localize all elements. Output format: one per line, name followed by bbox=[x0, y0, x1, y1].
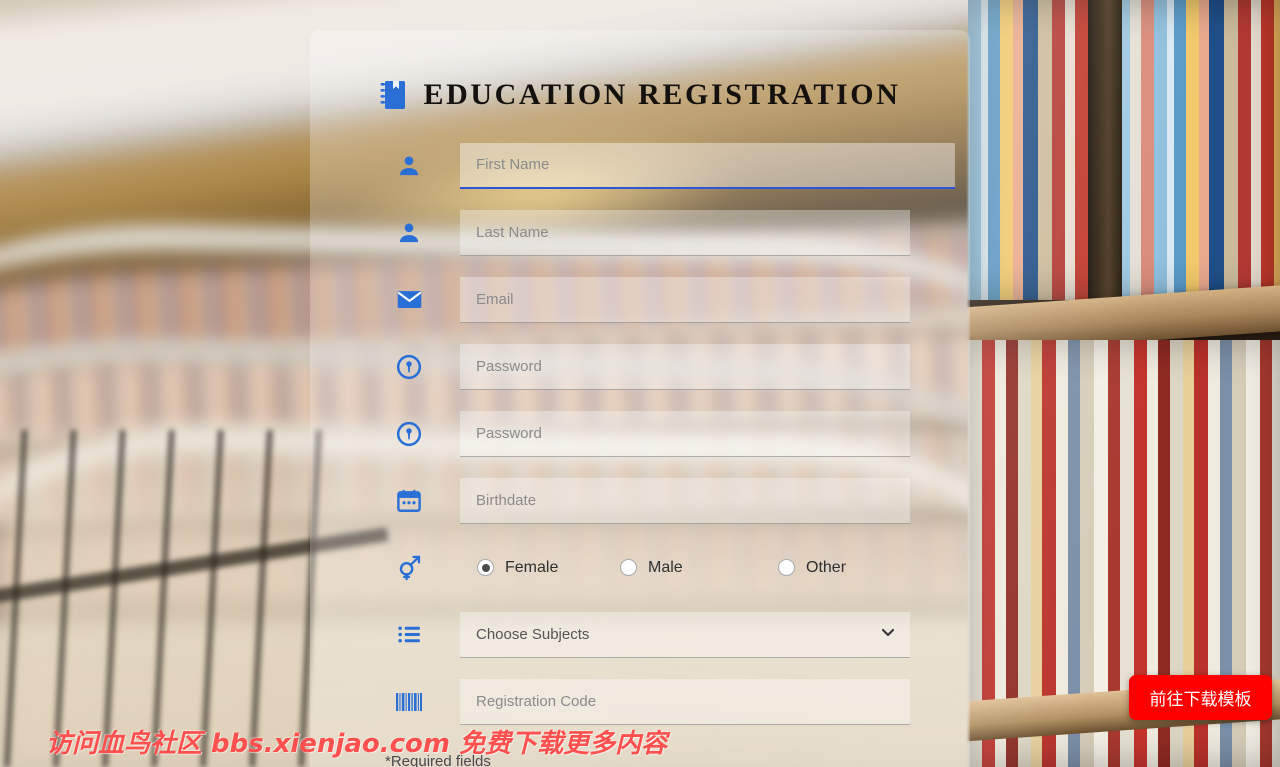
required-fields-note: *Required fields bbox=[385, 753, 491, 767]
barcode-icon bbox=[385, 690, 433, 714]
book-spines-upper bbox=[968, 0, 1280, 300]
gender-option-female[interactable]: Female bbox=[460, 559, 620, 577]
railing-bars bbox=[0, 430, 330, 767]
radio-male[interactable] bbox=[620, 559, 637, 576]
gender-icon bbox=[385, 554, 433, 581]
last-name-field-wrap bbox=[460, 209, 910, 256]
registration-card: EDUCATION REGISTRATION First Name Last N… bbox=[310, 30, 970, 767]
registration-form: Female Male Other bbox=[310, 132, 970, 767]
gender-label-male: Male bbox=[648, 558, 683, 576]
last-name-input[interactable] bbox=[460, 209, 910, 256]
notebook-icon bbox=[380, 80, 406, 110]
password-input[interactable] bbox=[460, 343, 910, 390]
password-field-wrap bbox=[460, 343, 910, 390]
radio-other[interactable] bbox=[778, 559, 795, 576]
gender-radio-group: Female Male Other bbox=[460, 559, 910, 577]
field-row-password bbox=[310, 333, 970, 400]
person-icon bbox=[385, 220, 433, 246]
field-row-birthdate bbox=[310, 467, 970, 534]
field-row-email bbox=[310, 266, 970, 333]
page-title-text: EDUCATION REGISTRATION bbox=[423, 78, 901, 111]
field-row-gender: Female Male Other bbox=[310, 534, 970, 601]
field-row-registration-code bbox=[310, 668, 970, 735]
field-row-first-name bbox=[310, 132, 970, 199]
field-row-confirm-password bbox=[310, 400, 970, 467]
page-root: EDUCATION REGISTRATION First Name Last N… bbox=[0, 0, 1280, 767]
first-name-field-wrap bbox=[460, 142, 955, 189]
envelope-icon bbox=[385, 286, 433, 313]
list-icon bbox=[385, 622, 433, 647]
calendar-icon bbox=[385, 488, 433, 514]
page-title: EDUCATION REGISTRATION bbox=[310, 30, 970, 132]
radio-female[interactable] bbox=[477, 559, 494, 576]
gender-option-other[interactable]: Other bbox=[778, 559, 898, 577]
subjects-select[interactable]: Choose Subjects bbox=[460, 611, 910, 658]
confirm-password-field-wrap bbox=[460, 410, 910, 457]
email-input[interactable] bbox=[460, 276, 910, 323]
email-field-wrap bbox=[460, 276, 910, 323]
gender-label-other: Other bbox=[806, 558, 847, 576]
lock-icon bbox=[385, 354, 433, 380]
subjects-field-wrap: Choose Subjects bbox=[460, 611, 910, 658]
registration-code-field-wrap bbox=[460, 678, 910, 725]
download-template-button[interactable]: 前往下载模板 bbox=[1129, 675, 1272, 720]
field-row-subjects: Choose Subjects bbox=[310, 601, 970, 668]
person-icon bbox=[385, 153, 433, 179]
field-row-last-name bbox=[310, 199, 970, 266]
gender-option-male[interactable]: Male bbox=[620, 559, 778, 577]
first-name-input[interactable] bbox=[460, 142, 955, 189]
book-gap bbox=[1088, 0, 1122, 300]
confirm-password-input[interactable] bbox=[460, 410, 910, 457]
lock-icon bbox=[385, 421, 433, 447]
birthdate-field-wrap bbox=[460, 477, 910, 524]
gender-label-female: Female bbox=[505, 558, 559, 576]
foreground-bookshelf bbox=[968, 0, 1280, 767]
birthdate-input[interactable] bbox=[460, 477, 910, 524]
registration-code-input[interactable] bbox=[460, 678, 910, 725]
